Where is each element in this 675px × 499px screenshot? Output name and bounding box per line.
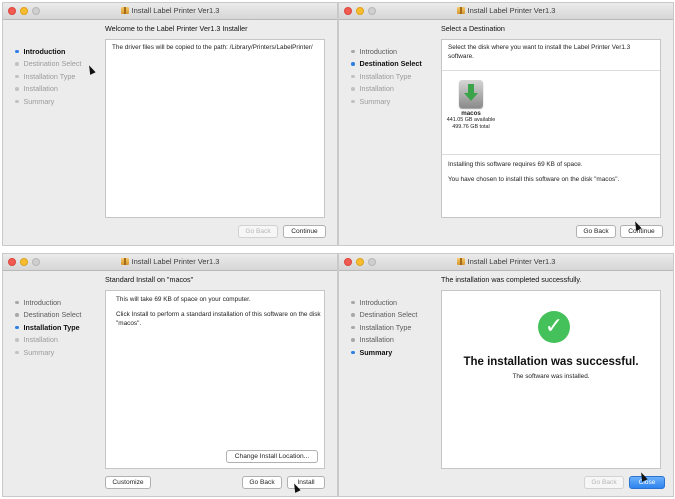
step-summary: Summary (351, 346, 417, 359)
step-bullet-icon (351, 49, 355, 53)
title-bar: Install Label Printer Ver1.3 (3, 3, 337, 20)
step-introduction: Introduction (351, 296, 417, 309)
step-bullet-icon (15, 49, 19, 53)
step-list: Introduction Destination Select Installa… (351, 296, 417, 359)
step-bullet-icon (351, 99, 355, 103)
step-bullet-icon (351, 350, 355, 354)
continue-button[interactable]: Continue (283, 225, 326, 238)
step-introduction: Introduction (351, 45, 422, 58)
content-pane: This will take 69 KB of space on your co… (105, 290, 325, 469)
step-bullet-icon (351, 300, 355, 304)
success-title: The installation was successful. (463, 356, 639, 368)
step-bullet-icon (15, 87, 19, 91)
space-required-text: This will take 69 KB of space on your co… (116, 296, 251, 303)
step-installation: Installation (351, 83, 422, 96)
divider (442, 154, 660, 155)
window-title: Install Label Printer Ver1.3 (3, 257, 337, 266)
package-icon (120, 7, 129, 14)
step-destination-select: Destination Select (351, 58, 422, 71)
package-icon (120, 258, 129, 265)
success-subtitle: The software was installed. (512, 373, 590, 380)
step-bullet-icon (351, 62, 355, 66)
step-list: Introduction Destination Select Installa… (15, 45, 81, 108)
standard-install-text: Click Install to perform a standard inst… (116, 311, 321, 327)
step-summary: Summary (351, 95, 422, 108)
step-installation-type: Installation Type (351, 321, 417, 334)
step-destination-select: Destination Select (15, 58, 81, 71)
step-introduction: Introduction (15, 45, 81, 58)
step-destination-select: Destination Select (351, 309, 417, 322)
page-heading: Standard Install on "macos" (105, 275, 194, 284)
go-back-button[interactable]: Go Back (238, 225, 278, 238)
customize-button[interactable]: Customize (105, 476, 151, 489)
title-bar: Install Label Printer Ver1.3 (339, 3, 673, 20)
step-installation-type: Installation Type (15, 321, 81, 334)
step-bullet-icon (15, 350, 19, 354)
step-bullet-icon (351, 313, 355, 317)
step-introduction: Introduction (15, 296, 81, 309)
step-bullet-icon (15, 74, 19, 78)
step-installation-type: Installation Type (351, 70, 422, 83)
go-back-button[interactable]: Go Back (242, 476, 282, 489)
continue-button[interactable]: Continue (620, 225, 663, 238)
step-installation-type: Installation Type (15, 70, 81, 83)
step-bullet-icon (15, 99, 19, 103)
content-pane: The driver files will be copied to the p… (105, 39, 325, 218)
step-bullet-icon (15, 325, 19, 329)
step-bullet-icon (15, 62, 19, 66)
page-heading: Select a Destination (441, 24, 505, 33)
step-list: Introduction Destination Select Installa… (351, 45, 422, 108)
step-bullet-icon (351, 338, 355, 342)
step-summary: Summary (15, 95, 81, 108)
window-title: Install Label Printer Ver1.3 (339, 6, 673, 15)
page-heading: The installation was completed successfu… (441, 275, 582, 284)
content-pane: ✓ The installation was successful. The s… (441, 290, 661, 469)
installer-window-destination: Install Label Printer Ver1.3 Select a De… (339, 3, 673, 245)
space-required-text: Installing this software requires 69 KB … (448, 161, 583, 168)
destination-prompt: Select the disk where you want to instal… (448, 44, 631, 60)
page-heading: Welcome to the Label Printer Ver1.3 Inst… (105, 24, 248, 33)
step-bullet-icon (351, 325, 355, 329)
window-title: Install Label Printer Ver1.3 (339, 257, 673, 266)
installer-window-summary: Install Label Printer Ver1.3 The install… (339, 254, 673, 496)
disk-install-icon (459, 80, 483, 108)
step-bullet-icon (351, 87, 355, 91)
success-checkmark-icon: ✓ (538, 311, 570, 343)
mouse-cursor-icon (86, 64, 96, 75)
content-pane: Select the disk where you want to instal… (441, 39, 661, 218)
step-summary: Summary (15, 346, 81, 359)
title-bar: Install Label Printer Ver1.3 (339, 254, 673, 271)
step-bullet-icon (351, 74, 355, 78)
step-bullet-icon (15, 338, 19, 342)
step-destination-select: Destination Select (15, 309, 81, 322)
chosen-disk-text: You have chosen to install this software… (448, 176, 620, 183)
installer-window-introduction: Install Label Printer Ver1.3 Welcome to … (3, 3, 337, 245)
intro-body-text: The driver files will be copied to the p… (112, 44, 313, 51)
installer-window-installation-type: Install Label Printer Ver1.3 Standard In… (3, 254, 337, 496)
go-back-button[interactable]: Go Back (576, 225, 616, 238)
step-installation: Installation (351, 334, 417, 347)
window-title: Install Label Printer Ver1.3 (3, 6, 337, 15)
disk-option-macos[interactable]: macos 441.05 GB available 499.76 GB tota… (444, 72, 498, 130)
go-back-button[interactable]: Go Back (584, 476, 624, 489)
change-install-location-button[interactable]: Change Install Location... (226, 450, 318, 463)
step-bullet-icon (15, 300, 19, 304)
step-bullet-icon (15, 313, 19, 317)
disk-name: macos (461, 110, 481, 117)
step-installation: Installation (15, 334, 81, 347)
package-icon (456, 7, 465, 14)
divider (442, 70, 660, 71)
package-icon (456, 258, 465, 265)
step-installation: Installation (15, 83, 81, 96)
step-list: Introduction Destination Select Installa… (15, 296, 81, 359)
disk-total: 499.76 GB total (452, 123, 490, 130)
title-bar: Install Label Printer Ver1.3 (3, 254, 337, 271)
